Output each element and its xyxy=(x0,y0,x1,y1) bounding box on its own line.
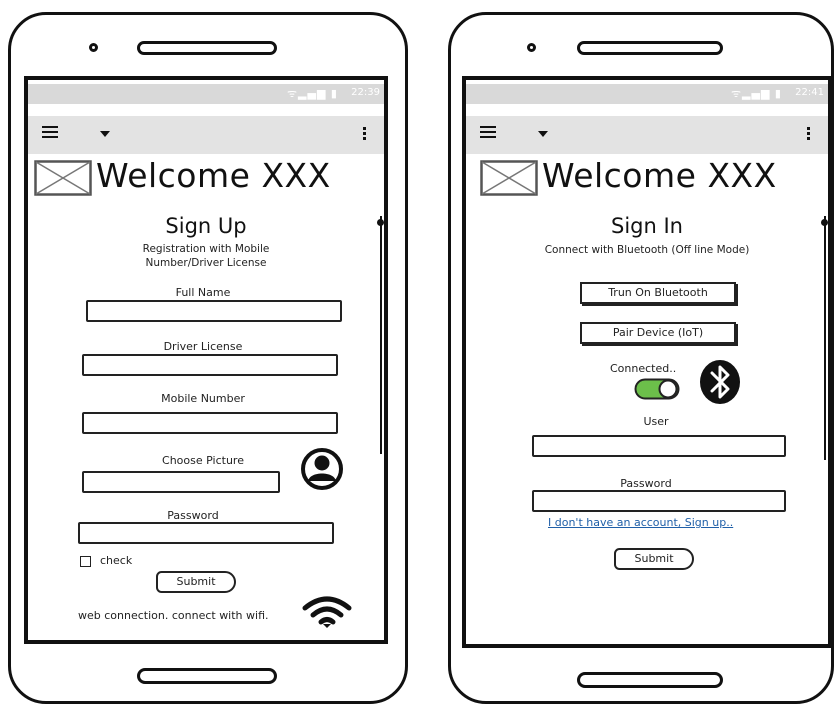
app-bar xyxy=(466,116,828,154)
mobile-number-label: Mobile Number xyxy=(161,392,245,405)
full-name-input[interactable] xyxy=(86,300,342,322)
scrollbar-thumb[interactable] xyxy=(821,219,828,226)
user-input[interactable] xyxy=(532,435,786,457)
mobile-number-input[interactable] xyxy=(82,412,338,434)
speaker-icon xyxy=(137,41,277,55)
check-label: check xyxy=(100,554,133,567)
page-title: Sign In xyxy=(611,214,683,238)
hamburger-menu-icon[interactable] xyxy=(42,126,58,142)
app-bar xyxy=(28,116,384,154)
driver-license-label: Driver License xyxy=(163,340,243,353)
password-input[interactable] xyxy=(532,490,786,512)
more-options-icon[interactable] xyxy=(363,127,366,142)
connected-label: Connected.. xyxy=(610,362,677,375)
image-placeholder-icon xyxy=(34,160,92,196)
camera-icon xyxy=(527,43,536,52)
status-bar: ᯤ▂▄▆ ▮ 22:39 xyxy=(28,84,384,104)
signup-link[interactable]: I don't have an account, Sign up.. xyxy=(548,516,733,529)
status-time: 22:41 xyxy=(795,87,824,98)
subtitle: Connect with Bluetooth (Off line Mode) xyxy=(544,244,750,256)
bluetooth-icon xyxy=(700,360,740,404)
more-options-icon[interactable] xyxy=(807,127,810,142)
user-avatar-icon[interactable] xyxy=(294,447,350,491)
left-screen: ᯤ▂▄▆ ▮ 22:39 Welcome XXX Sign Up Registr… xyxy=(24,76,388,644)
dropdown-arrow-icon[interactable] xyxy=(538,131,548,137)
footer-text: web connection. connect with wifi. xyxy=(78,609,269,622)
dropdown-arrow-icon[interactable] xyxy=(100,131,110,137)
signal-battery-icon: ᯤ▂▄▆ ▮ xyxy=(731,87,782,100)
password-label: Password xyxy=(167,509,219,522)
turn-on-bluetooth-button[interactable]: Trun On Bluetooth xyxy=(580,282,736,304)
signal-battery-icon: ᯤ▂▄▆ ▮ xyxy=(287,87,338,100)
home-button[interactable] xyxy=(577,672,723,688)
scrollbar[interactable] xyxy=(824,216,826,460)
full-name-label: Full Name xyxy=(175,286,231,299)
status-bar: ᯤ▂▄▆ ▮ 22:41 xyxy=(466,84,828,104)
submit-button[interactable]: Submit xyxy=(614,548,694,570)
password-label: Password xyxy=(620,477,672,490)
welcome-heading: Welcome XXX xyxy=(542,156,777,195)
page-title: Sign Up xyxy=(165,214,247,238)
user-label: User xyxy=(643,415,669,428)
submit-button[interactable]: Submit xyxy=(156,571,236,593)
right-screen: ᯤ▂▄▆ ▮ 22:41 Welcome XXX Sign In Connect… xyxy=(462,76,832,648)
password-input[interactable] xyxy=(78,522,334,544)
choose-picture-input[interactable] xyxy=(82,471,280,493)
home-button[interactable] xyxy=(137,668,277,684)
image-placeholder-icon xyxy=(480,160,538,196)
check-checkbox[interactable] xyxy=(80,556,91,567)
driver-license-input[interactable] xyxy=(82,354,338,376)
wifi-icon xyxy=(302,596,352,628)
pair-device-button[interactable]: Pair Device (IoT) xyxy=(580,322,736,344)
connected-toggle[interactable] xyxy=(634,378,680,400)
hamburger-menu-icon[interactable] xyxy=(480,126,496,142)
subtitle-line-2: Number/Driver License xyxy=(145,257,267,269)
status-time: 22:39 xyxy=(351,87,380,98)
subtitle-line-1: Registration with Mobile xyxy=(142,243,270,255)
scrollbar-thumb[interactable] xyxy=(377,219,384,226)
welcome-heading: Welcome XXX xyxy=(96,156,331,195)
speaker-icon xyxy=(577,41,723,55)
camera-icon xyxy=(89,43,98,52)
choose-picture-label: Choose Picture xyxy=(162,454,244,467)
scrollbar[interactable] xyxy=(380,216,382,454)
